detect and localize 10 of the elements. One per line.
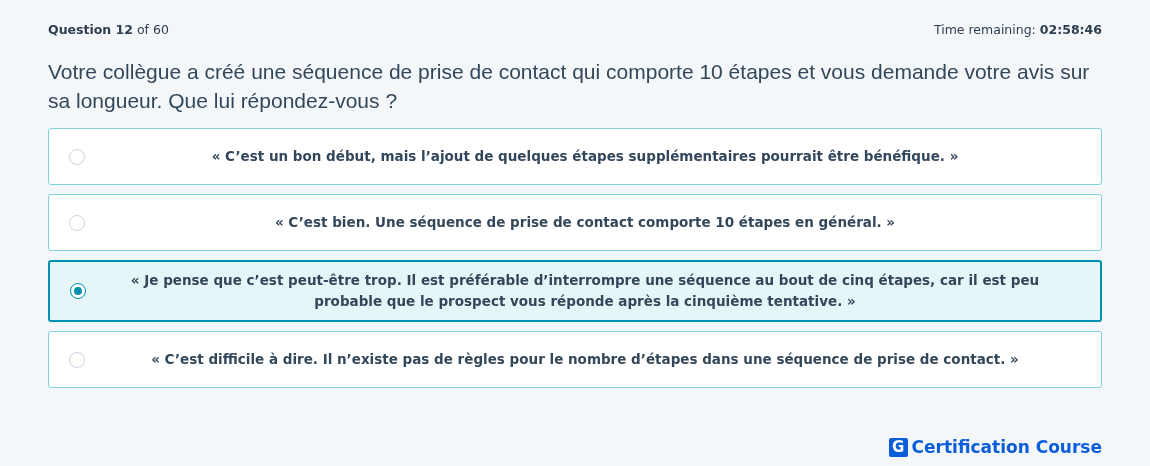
- question-counter: Question 12 of 60: [48, 22, 169, 37]
- time-remaining: Time remaining: 02:58:46: [933, 22, 1102, 37]
- answer-option[interactable]: « C’est un bon début, mais l’ajout de quelques étapes supplémentaires pourrait être bénéfique. »: [48, 128, 1102, 185]
- answer-option[interactable]: « C’est bien. Une séquence de prise de contact comporte 10 étapes en général. »: [48, 194, 1102, 251]
- radio-button[interactable]: [70, 283, 86, 299]
- answer-option[interactable]: « Je pense que c’est peut-être trop. Il est préférable d’interrompre une séquence au bout de cinq étapes, car il est peu probable que le prospect vous réponde après la cinquième tentative. »: [48, 260, 1102, 322]
- logo-text: Certification Course: [911, 437, 1102, 457]
- logo-mark: G: [888, 437, 908, 457]
- answer-option[interactable]: « C’est difficile à dire. Il n’existe pas de règles pour le nombre d’étapes dans une séquence de prise de contact. »: [48, 331, 1102, 388]
- question-text: Votre collègue a créé une séquence de prise de contact qui comporte 10 étapes et vous demande votre avis sur sa longueur. Que lui répondez-vous ?: [48, 59, 1091, 114]
